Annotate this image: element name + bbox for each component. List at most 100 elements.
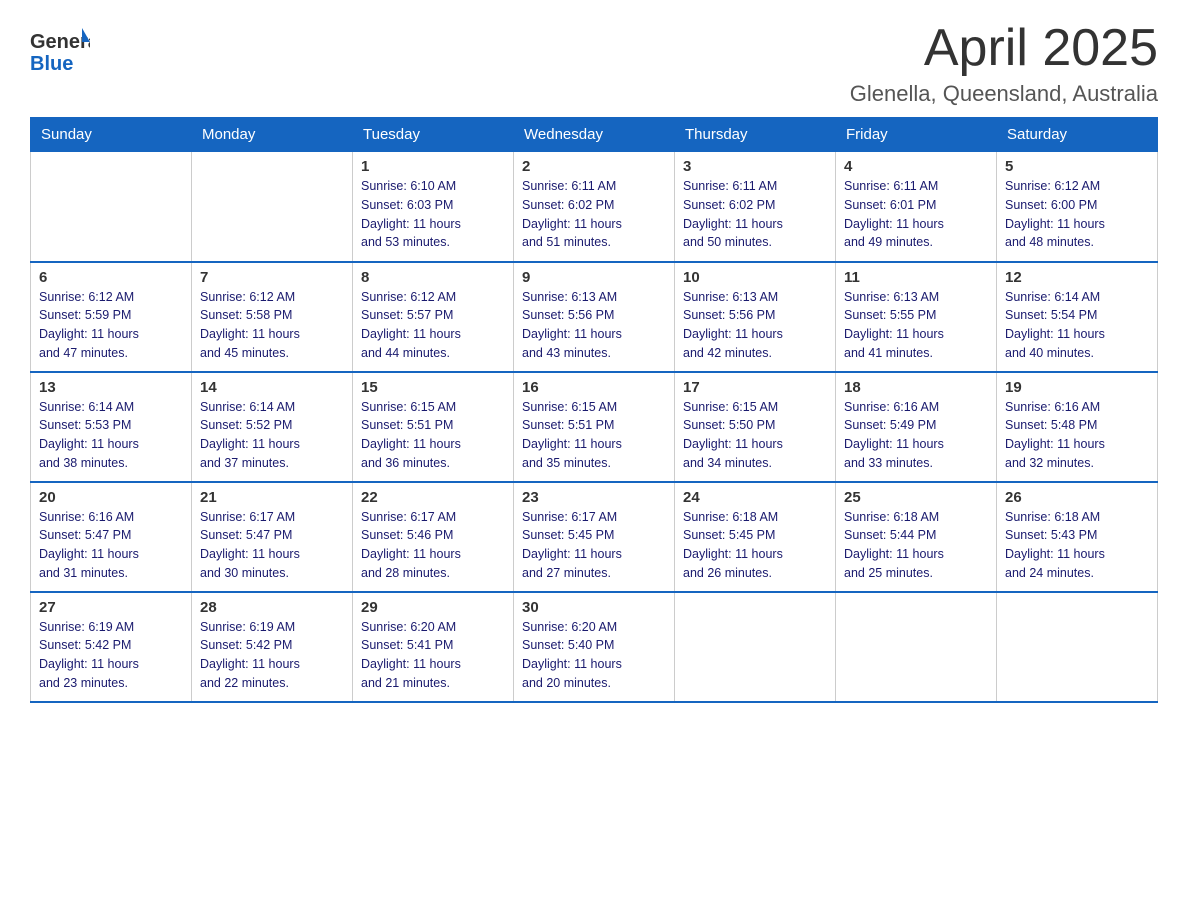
day-number: 20 — [39, 489, 183, 506]
day-info: Sunrise: 6:17 AM Sunset: 5:46 PM Dayligh… — [361, 508, 505, 583]
day-number: 25 — [844, 489, 988, 506]
day-number: 6 — [39, 269, 183, 286]
day-number: 7 — [200, 269, 344, 286]
calendar-cell: 11Sunrise: 6:13 AM Sunset: 5:55 PM Dayli… — [836, 262, 997, 372]
calendar-table: SundayMondayTuesdayWednesdayThursdayFrid… — [30, 117, 1158, 703]
calendar-cell: 17 Sunrise: 6:15 AM Sunset: 5:50 PM Dayli… — [675, 372, 836, 482]
day-number: 4 — [844, 158, 988, 175]
title-area: April 2025 Glenella, Queensland, Austral… — [850, 20, 1158, 107]
day-info: Sunrise: 6:16 AM Sunset: 5:48 PM Dayligh… — [1005, 398, 1149, 473]
day-number: 30 — [522, 599, 666, 616]
calendar-cell: 2 Sunrise: 6:11 AM Sunset: 6:02 PM Daylig… — [514, 152, 675, 262]
day-info: Sunrise: 6:17 AM Sunset: 5:45 PM Dayligh… — [522, 508, 666, 583]
day-number: 29 — [361, 599, 505, 616]
day-info: Sunrise: 6:20 AM Sunset: 5:40 PM Dayligh… — [522, 618, 666, 693]
calendar-cell: 25 Sunrise: 6:18 AM Sunset: 5:44 PM Dayli… — [836, 482, 997, 592]
weekday-header-saturday: Saturday — [997, 118, 1158, 152]
day-info: Sunrise: 6:19 AM Sunset: 5:42 PM Dayligh… — [200, 618, 344, 693]
calendar-cell: 4 Sunrise: 6:11 AM Sunset: 6:01 PM Daylig… — [836, 152, 997, 262]
calendar-cell: 9Sunrise: 6:13 AM Sunset: 5:56 PM Daylig… — [514, 262, 675, 372]
day-info: Sunrise: 6:13 AM Sunset: 5:56 PM Dayligh… — [683, 288, 827, 363]
calendar-cell: 3Sunrise: 6:11 AM Sunset: 6:02 PM Daylig… — [675, 152, 836, 262]
weekday-header-monday: Monday — [192, 118, 353, 152]
page-header: General Blue April 2025 Glenella, Queens… — [30, 20, 1158, 107]
day-number: 17 — [683, 379, 827, 396]
day-info: Sunrise: 6:10 AM Sunset: 6:03 PM Dayligh… — [361, 177, 505, 252]
day-number: 15 — [361, 379, 505, 396]
calendar-cell: 21Sunrise: 6:17 AM Sunset: 5:47 PM Dayli… — [192, 482, 353, 592]
day-number: 12 — [1005, 269, 1149, 286]
day-number: 19 — [1005, 379, 1149, 396]
day-number: 27 — [39, 599, 183, 616]
weekday-header-wednesday: Wednesday — [514, 118, 675, 152]
day-info: Sunrise: 6:13 AM Sunset: 5:56 PM Dayligh… — [522, 288, 666, 363]
calendar-week-5: 27 Sunrise: 6:19 AM Sunset: 5:42 PM Dayli… — [31, 592, 1158, 702]
weekday-header-thursday: Thursday — [675, 118, 836, 152]
day-info: Sunrise: 6:18 AM Sunset: 5:43 PM Dayligh… — [1005, 508, 1149, 583]
calendar-cell: 27Sunrise: 6:19 AM Sunset: 5:42 PM Dayli… — [31, 592, 192, 702]
day-info: Sunrise: 6:12 AM Sunset: 6:00 PM Dayligh… — [1005, 177, 1149, 252]
day-number: 28 — [200, 599, 344, 616]
day-info: Sunrise: 6:18 AM Sunset: 5:45 PM Dayligh… — [683, 508, 827, 583]
day-number: 16 — [522, 379, 666, 396]
day-info: Sunrise: 6:12 AM Sunset: 5:57 PM Dayligh… — [361, 288, 505, 363]
calendar-cell — [31, 152, 192, 262]
calendar-week-1: 1 Sunrise: 6:10 AM Sunset: 6:03 PM Daylig… — [31, 152, 1158, 262]
day-number: 18 — [844, 379, 988, 396]
page-title: April 2025 — [850, 20, 1158, 77]
svg-text:Blue: Blue — [30, 53, 73, 75]
calendar-cell — [997, 592, 1158, 702]
logo-icon: General Blue — [30, 20, 90, 75]
day-info: Sunrise: 6:14 AM Sunset: 5:52 PM Dayligh… — [200, 398, 344, 473]
calendar-cell: 15 Sunrise: 6:15 AM Sunset: 5:51 PM Dayli… — [353, 372, 514, 482]
day-info: Sunrise: 6:15 AM Sunset: 5:51 PM Dayligh… — [361, 398, 505, 473]
calendar-cell: 22 Sunrise: 6:17 AM Sunset: 5:46 PM Dayli… — [353, 482, 514, 592]
day-number: 26 — [1005, 489, 1149, 506]
day-number: 8 — [361, 269, 505, 286]
calendar-cell: 24 Sunrise: 6:18 AM Sunset: 5:45 PM Dayli… — [675, 482, 836, 592]
calendar-cell: 19 Sunrise: 6:16 AM Sunset: 5:48 PM Dayli… — [997, 372, 1158, 482]
calendar-cell: 8 Sunrise: 6:12 AM Sunset: 5:57 PM Daylig… — [353, 262, 514, 372]
weekday-header-friday: Friday — [836, 118, 997, 152]
day-number: 2 — [522, 158, 666, 175]
day-number: 13 — [39, 379, 183, 396]
calendar-week-3: 13 Sunrise: 6:14 AM Sunset: 5:53 PM Dayli… — [31, 372, 1158, 482]
day-info: Sunrise: 6:18 AM Sunset: 5:44 PM Dayligh… — [844, 508, 988, 583]
day-info: Sunrise: 6:16 AM Sunset: 5:47 PM Dayligh… — [39, 508, 183, 583]
calendar-header: SundayMondayTuesdayWednesdayThursdayFrid… — [31, 118, 1158, 152]
day-number: 10 — [683, 269, 827, 286]
day-info: Sunrise: 6:15 AM Sunset: 5:50 PM Dayligh… — [683, 398, 827, 473]
day-number: 22 — [361, 489, 505, 506]
weekday-header-sunday: Sunday — [31, 118, 192, 152]
calendar-cell — [836, 592, 997, 702]
calendar-cell: 16 Sunrise: 6:15 AM Sunset: 5:51 PM Dayli… — [514, 372, 675, 482]
calendar-cell: 28 Sunrise: 6:19 AM Sunset: 5:42 PM Dayli… — [192, 592, 353, 702]
calendar-cell: 5 Sunrise: 6:12 AM Sunset: 6:00 PM Daylig… — [997, 152, 1158, 262]
calendar-cell — [675, 592, 836, 702]
day-number: 1 — [361, 158, 505, 175]
calendar-week-4: 20 Sunrise: 6:16 AM Sunset: 5:47 PM Dayli… — [31, 482, 1158, 592]
calendar-cell: 23Sunrise: 6:17 AM Sunset: 5:45 PM Dayli… — [514, 482, 675, 592]
day-info: Sunrise: 6:12 AM Sunset: 5:59 PM Dayligh… — [39, 288, 183, 363]
day-info: Sunrise: 6:14 AM Sunset: 5:53 PM Dayligh… — [39, 398, 183, 473]
day-info: Sunrise: 6:20 AM Sunset: 5:41 PM Dayligh… — [361, 618, 505, 693]
day-info: Sunrise: 6:11 AM Sunset: 6:02 PM Dayligh… — [683, 177, 827, 252]
day-info: Sunrise: 6:11 AM Sunset: 6:02 PM Dayligh… — [522, 177, 666, 252]
day-number: 14 — [200, 379, 344, 396]
calendar-week-2: 6 Sunrise: 6:12 AM Sunset: 5:59 PM Daylig… — [31, 262, 1158, 372]
calendar-body: 1 Sunrise: 6:10 AM Sunset: 6:03 PM Daylig… — [31, 152, 1158, 702]
day-info: Sunrise: 6:11 AM Sunset: 6:01 PM Dayligh… — [844, 177, 988, 252]
calendar-cell: 29 Sunrise: 6:20 AM Sunset: 5:41 PM Dayli… — [353, 592, 514, 702]
day-info: Sunrise: 6:14 AM Sunset: 5:54 PM Dayligh… — [1005, 288, 1149, 363]
calendar-cell — [192, 152, 353, 262]
day-number: 24 — [683, 489, 827, 506]
day-info: Sunrise: 6:15 AM Sunset: 5:51 PM Dayligh… — [522, 398, 666, 473]
calendar-cell: 12 Sunrise: 6:14 AM Sunset: 5:54 PM Dayli… — [997, 262, 1158, 372]
day-number: 21 — [200, 489, 344, 506]
calendar-cell: 20 Sunrise: 6:16 AM Sunset: 5:47 PM Dayli… — [31, 482, 192, 592]
calendar-cell: 30 Sunrise: 6:20 AM Sunset: 5:40 PM Dayli… — [514, 592, 675, 702]
day-number: 5 — [1005, 158, 1149, 175]
calendar-cell: 10 Sunrise: 6:13 AM Sunset: 5:56 PM Dayli… — [675, 262, 836, 372]
calendar-cell: 26 Sunrise: 6:18 AM Sunset: 5:43 PM Dayli… — [997, 482, 1158, 592]
page-subtitle: Glenella, Queensland, Australia — [850, 81, 1158, 107]
